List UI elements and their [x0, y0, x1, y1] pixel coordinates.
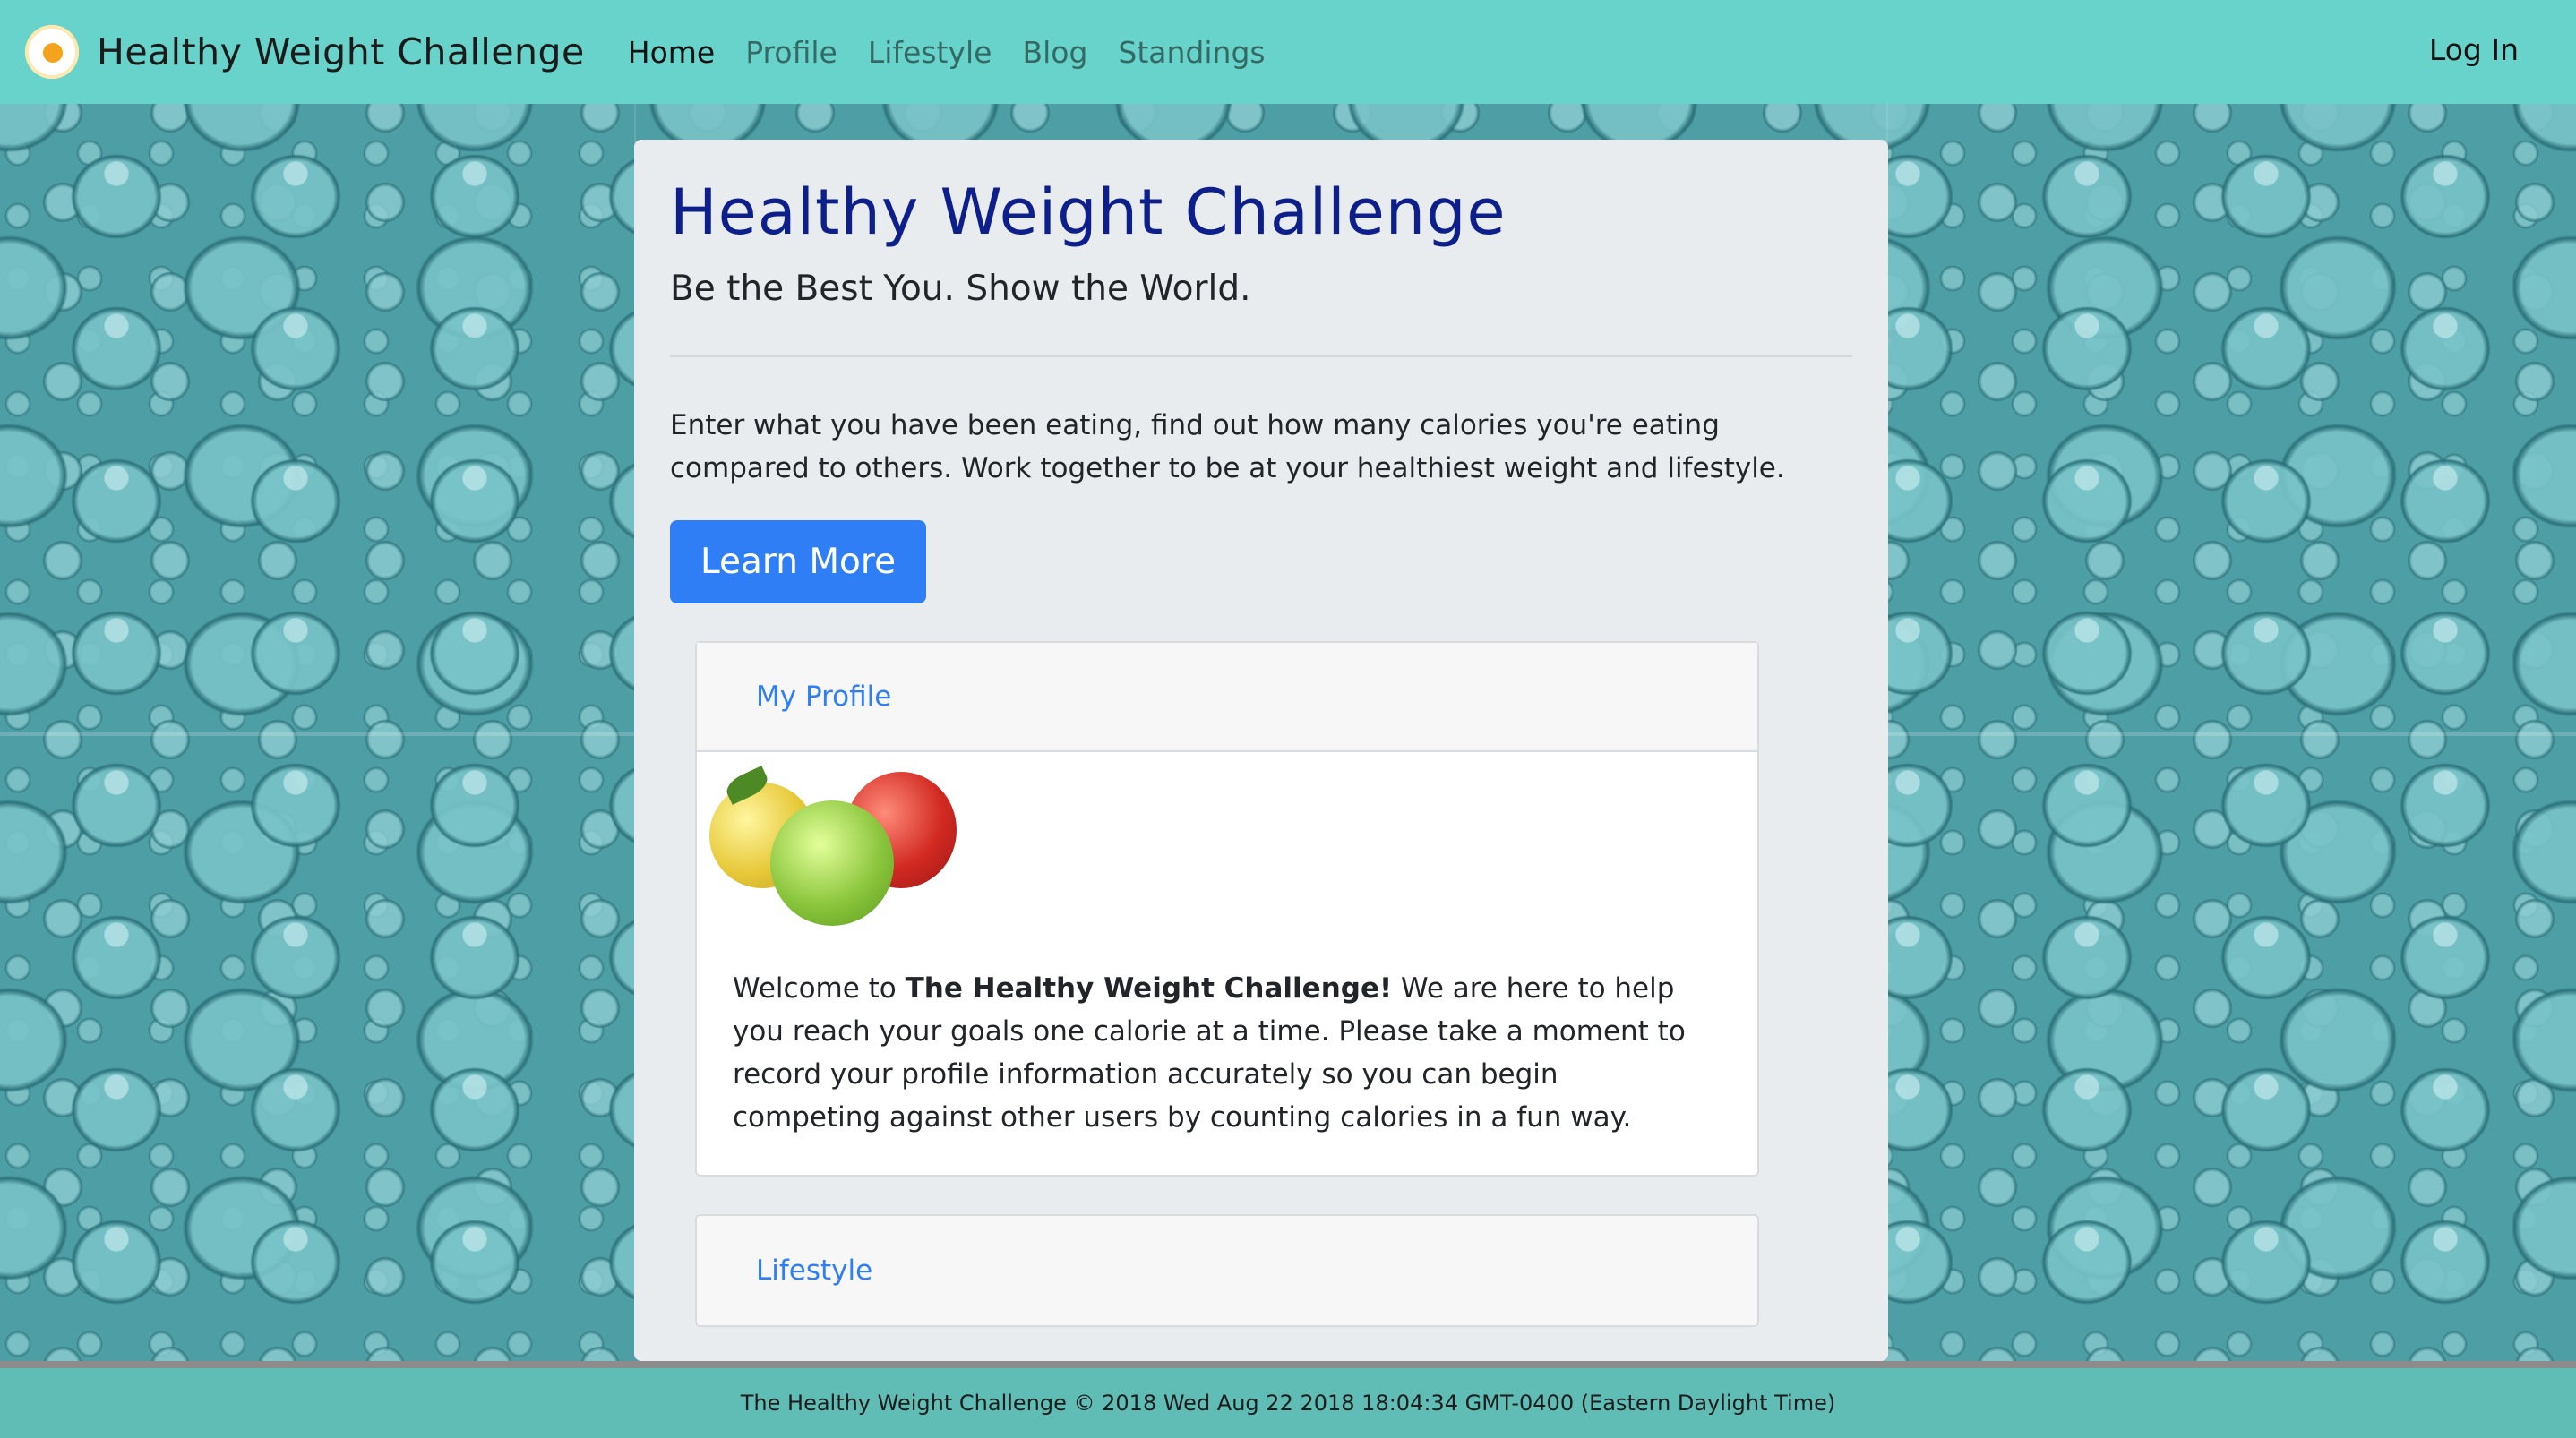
jumbotron: Healthy Weight Challenge Be the Best You…	[634, 140, 1888, 1361]
nav-home[interactable]: Home	[628, 35, 715, 70]
brand-link[interactable]: Healthy Weight Challenge	[25, 25, 585, 79]
profile-card: My Profile Welcome to The Healthy Weight…	[695, 641, 1759, 1177]
intro-text: Enter what you have been eating, find ou…	[670, 409, 1785, 484]
footer-text: The Healthy Weight Challenge © 2018 Wed …	[740, 1391, 1836, 1416]
nav-links: Home Profile Lifestyle Blog Standings	[628, 35, 1296, 70]
my-profile-link[interactable]: My Profile	[756, 680, 891, 713]
brand-name: Healthy Weight Challenge	[97, 30, 585, 73]
nav-lifestyle[interactable]: Lifestyle	[868, 35, 992, 70]
welcome-text: Welcome to The Healthy Weight Challenge!…	[733, 972, 1686, 1134]
footer-border	[0, 1361, 2576, 1368]
divider	[670, 355, 1852, 357]
egg-flower-icon	[25, 25, 79, 79]
navbar: Healthy Weight Challenge Home Profile Li…	[0, 0, 2576, 104]
lifestyle-card: Lifestyle	[695, 1214, 1759, 1327]
nav-standings[interactable]: Standings	[1118, 35, 1265, 70]
apples-image	[700, 765, 969, 926]
lifestyle-card-header: Lifestyle	[697, 1216, 1757, 1325]
footer: The Healthy Weight Challenge © 2018 Wed …	[0, 1368, 2576, 1438]
green-apple	[770, 800, 894, 926]
profile-card-body: Welcome to The Healthy Weight Challenge!…	[697, 752, 1757, 1175]
page-title: Healthy Weight Challenge	[670, 175, 1507, 249]
welcome-bold: The Healthy Weight Challenge!	[905, 972, 1393, 1005]
lifestyle-link[interactable]: Lifestyle	[756, 1254, 872, 1287]
nav-profile[interactable]: Profile	[745, 35, 837, 70]
page-subtitle: Be the Best You. Show the World.	[670, 269, 1251, 309]
learn-more-button[interactable]: Learn More	[670, 520, 927, 603]
nav-blog[interactable]: Blog	[1022, 35, 1087, 70]
profile-card-header: My Profile	[697, 643, 1757, 752]
login-link[interactable]: Log In	[2429, 32, 2519, 67]
